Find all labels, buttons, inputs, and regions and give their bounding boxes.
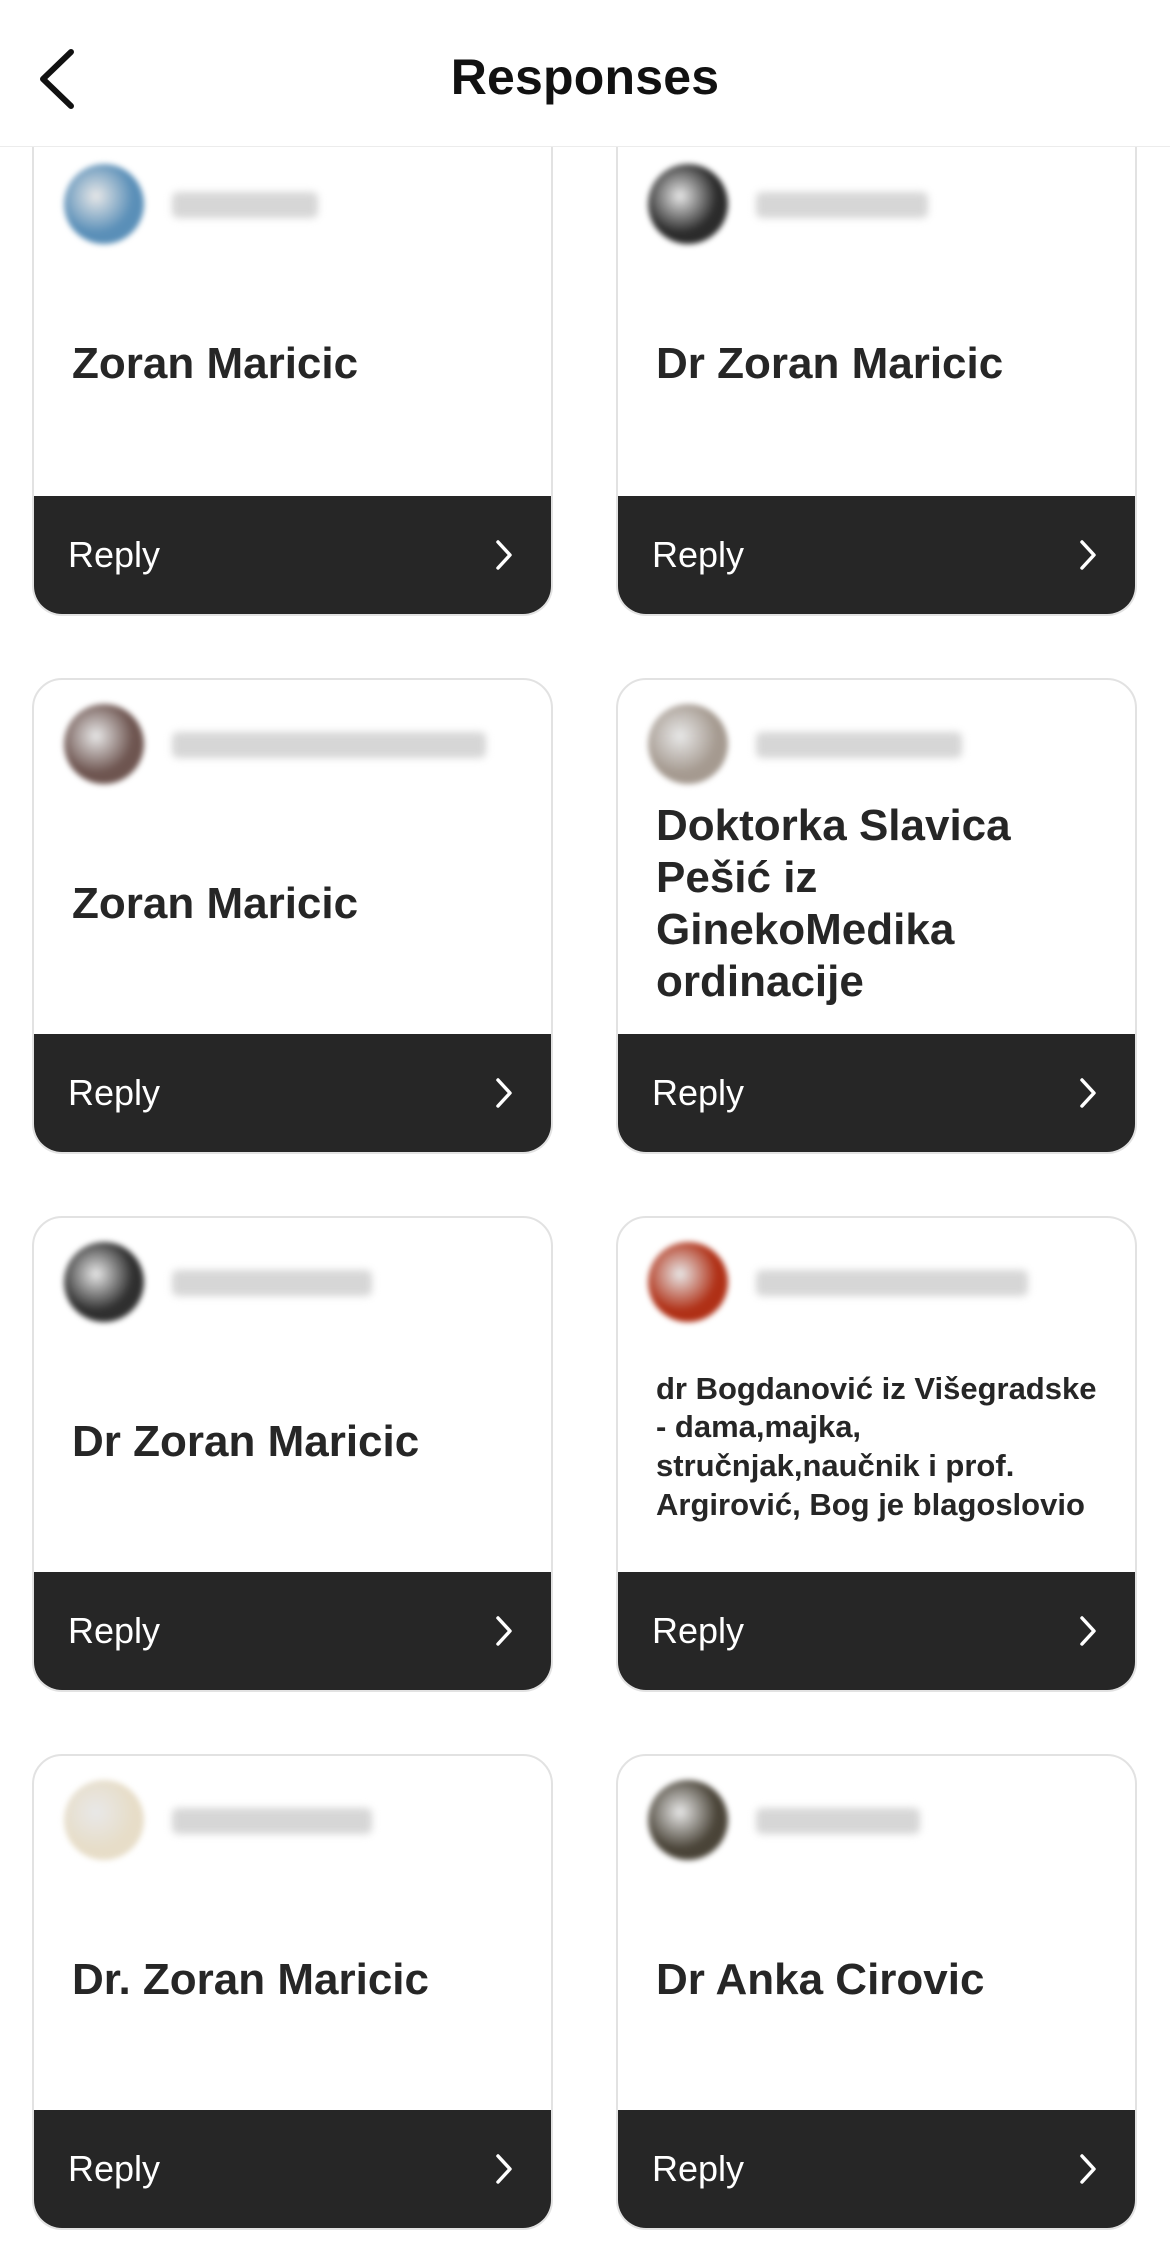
response-card: Zoran Maricic Reply xyxy=(32,140,553,616)
chevron-right-icon xyxy=(1073,540,1103,570)
reply-button[interactable]: Reply xyxy=(34,496,551,614)
response-text: Dr Zoran Maricic xyxy=(656,339,1004,389)
chevron-right-icon xyxy=(1073,1078,1103,1108)
chevron-right-icon xyxy=(1073,2154,1103,2184)
response-card: Doktorka Slavica Pešić iz GinekoMedika o… xyxy=(616,678,1137,1154)
response-text: Zoran Maricic xyxy=(72,879,359,929)
response-card: dr Bogdanović iz Višegradske - dama,majk… xyxy=(616,1216,1137,1692)
response-text: Dr Anka Cirovic xyxy=(656,1955,985,2005)
reply-button[interactable]: Reply xyxy=(34,2110,551,2228)
chevron-right-icon xyxy=(489,540,519,570)
reply-button[interactable]: Reply xyxy=(34,1034,551,1152)
response-card: Dr Anka Cirovic Reply xyxy=(616,1754,1137,2230)
reply-label: Reply xyxy=(652,1072,745,1113)
reply-label: Reply xyxy=(652,534,745,575)
response-text: Dr Zoran Maricic xyxy=(72,1417,420,1467)
reply-label: Reply xyxy=(652,2148,745,2189)
chevron-right-icon xyxy=(489,1616,519,1646)
reply-button[interactable]: Reply xyxy=(618,1034,1135,1152)
response-card: Zoran Maricic Reply xyxy=(32,678,553,1154)
response-text: Zoran Maricic xyxy=(72,339,359,389)
reply-label: Reply xyxy=(68,1072,161,1113)
responses-grid: Zoran Maricic Reply Dr Zoran Maricic Rep… xyxy=(32,140,1140,2230)
response-text: Dr. Zoran Maricic xyxy=(72,1955,430,2005)
chevron-right-icon xyxy=(489,1078,519,1108)
reply-button[interactable]: Reply xyxy=(618,1572,1135,1690)
response-card: Dr Zoran Maricic Reply xyxy=(616,140,1137,616)
response-text: Doktorka Slavica Pešić iz GinekoMedika o… xyxy=(656,801,1011,1006)
page-title: Responses xyxy=(450,49,720,105)
reply-button[interactable]: Reply xyxy=(618,2110,1135,2228)
reply-label: Reply xyxy=(68,2148,161,2189)
reply-button[interactable]: Reply xyxy=(34,1572,551,1690)
chevron-right-icon xyxy=(489,2154,519,2184)
response-card: Dr Zoran Maricic Reply xyxy=(32,1216,553,1692)
reply-label: Reply xyxy=(652,1610,745,1651)
response-text: dr Bogdanović iz Višegradske - dama,majk… xyxy=(656,1370,1097,1522)
response-card: Dr. Zoran Maricic Reply xyxy=(32,1754,553,2230)
reply-button[interactable]: Reply xyxy=(618,496,1135,614)
reply-label: Reply xyxy=(68,1610,161,1651)
reply-label: Reply xyxy=(68,534,161,575)
chevron-right-icon xyxy=(1073,1616,1103,1646)
top-nav-bar: Responses xyxy=(0,0,1170,147)
